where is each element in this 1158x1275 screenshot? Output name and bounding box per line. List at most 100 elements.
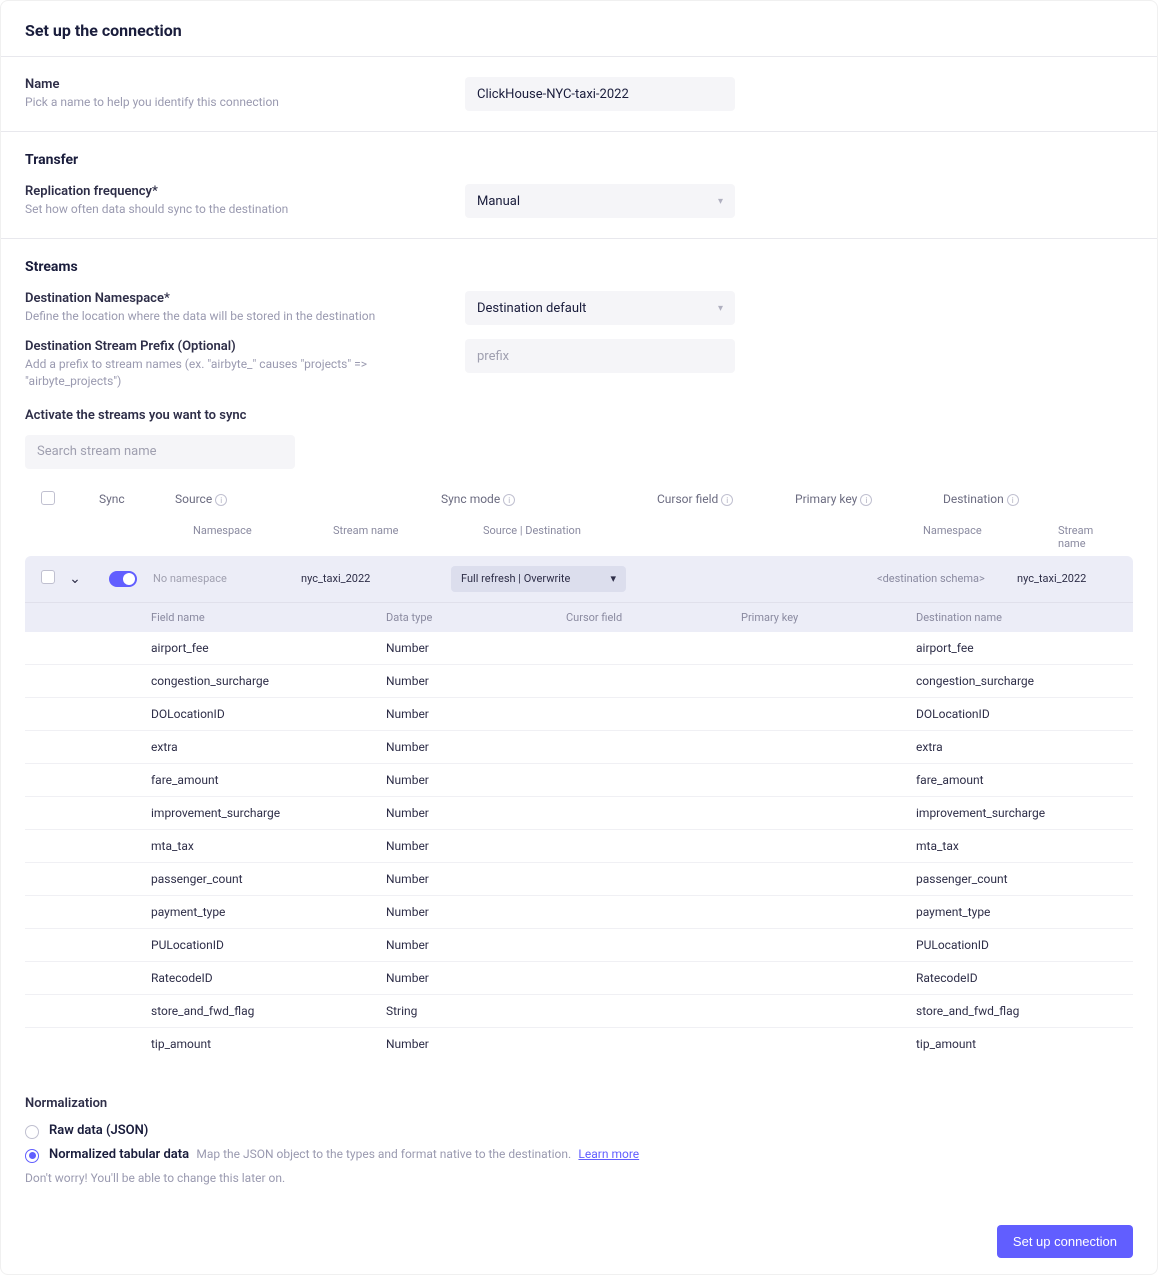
- replication-help: Set how often data should sync to the de…: [25, 201, 441, 218]
- namespace-select[interactable]: Destination default ▾: [465, 291, 735, 325]
- sync-mode-value: Full refresh | Overwrite: [461, 572, 570, 585]
- col-sync: Sync: [99, 492, 167, 506]
- info-icon: i: [860, 494, 872, 506]
- field-type: Number: [386, 872, 566, 886]
- stream-namespace: No namespace: [153, 572, 293, 585]
- normalization-footer: Don't worry! You'll be able to change th…: [25, 1171, 1133, 1185]
- col-source: Source: [175, 492, 212, 506]
- subcol-namespace: Namespace: [193, 524, 333, 550]
- col-cursor: Cursor field: [657, 492, 718, 506]
- namespace-help: Define the location where the data will …: [25, 308, 441, 325]
- field-row: fare_amountNumberfare_amount: [25, 764, 1133, 797]
- field-row: PULocationIDNumberPULocationID: [25, 929, 1133, 962]
- field-dest-name: fare_amount: [916, 773, 1117, 787]
- field-dest-name: store_and_fwd_flag: [916, 1004, 1117, 1018]
- field-name: RatecodeID: [151, 971, 386, 985]
- subcol-dest-namespace: Namespace: [923, 524, 1058, 550]
- field-type: Number: [386, 773, 566, 787]
- name-input[interactable]: [465, 77, 735, 111]
- subcol-dest-streamname: Stream name: [1058, 524, 1117, 550]
- field-row: mta_taxNumbermta_tax: [25, 830, 1133, 863]
- field-name: DOLocationID: [151, 707, 386, 721]
- field-type: Number: [386, 905, 566, 919]
- info-icon: i: [215, 494, 227, 506]
- caret-down-icon: ▾: [718, 303, 723, 314]
- sync-toggle[interactable]: [109, 571, 137, 587]
- replication-select[interactable]: Manual ▾: [465, 184, 735, 218]
- field-name: airport_fee: [151, 641, 386, 655]
- field-row: payment_typeNumberpayment_type: [25, 896, 1133, 929]
- field-type: Number: [386, 806, 566, 820]
- dest-namespace: <destination schema>: [877, 572, 1009, 585]
- field-name: payment_type: [151, 905, 386, 919]
- name-label: Name: [25, 77, 441, 92]
- fh-name: Field name: [151, 611, 386, 624]
- field-dest-name: passenger_count: [916, 872, 1117, 886]
- field-dest-name: DOLocationID: [916, 707, 1117, 721]
- fh-dest: Destination name: [916, 611, 1117, 624]
- setup-connection-button[interactable]: Set up connection: [997, 1225, 1133, 1258]
- field-dest-name: tip_amount: [916, 1037, 1117, 1051]
- namespace-label: Destination Namespace*: [25, 291, 441, 306]
- col-destination: Destination: [943, 492, 1004, 506]
- field-row: improvement_surchargeNumberimprovement_s…: [25, 797, 1133, 830]
- field-dest-name: payment_type: [916, 905, 1117, 919]
- field-row: tip_amountNumbertip_amount: [25, 1028, 1133, 1056]
- info-icon: i: [721, 494, 733, 506]
- field-dest-name: PULocationID: [916, 938, 1117, 952]
- learn-more-link[interactable]: Learn more: [578, 1147, 639, 1161]
- activate-label: Activate the streams you want to sync: [25, 408, 1133, 423]
- field-type: String: [386, 1004, 566, 1018]
- replication-value: Manual: [477, 194, 520, 209]
- field-type: Number: [386, 707, 566, 721]
- search-input[interactable]: [25, 435, 295, 469]
- stream-checkbox[interactable]: [41, 570, 55, 584]
- field-dest-name: mta_tax: [916, 839, 1117, 853]
- field-type: Number: [386, 839, 566, 853]
- normalization-heading: Normalization: [25, 1096, 1133, 1111]
- field-type: Number: [386, 1037, 566, 1051]
- col-primary: Primary key: [795, 492, 857, 506]
- field-row: store_and_fwd_flagStringstore_and_fwd_fl…: [25, 995, 1133, 1028]
- transfer-heading: Transfer: [25, 152, 1133, 168]
- field-row: airport_feeNumberairport_fee: [25, 632, 1133, 665]
- replication-label: Replication frequency*: [25, 184, 441, 199]
- field-dest-name: RatecodeID: [916, 971, 1117, 985]
- field-type: Number: [386, 740, 566, 754]
- caret-down-icon: ▾: [718, 196, 723, 207]
- field-row: DOLocationIDNumberDOLocationID: [25, 698, 1133, 731]
- streams-heading: Streams: [25, 259, 1133, 275]
- field-name: congestion_surcharge: [151, 674, 386, 688]
- page-title: Set up the connection: [1, 1, 1157, 56]
- fh-cursor: Cursor field: [566, 611, 741, 624]
- radio-normalized[interactable]: [25, 1149, 39, 1163]
- radio-normalized-help: Map the JSON object to the types and for…: [196, 1147, 571, 1161]
- field-dest-name: extra: [916, 740, 1117, 754]
- subcol-streamname: Stream name: [333, 524, 483, 550]
- select-all-checkbox[interactable]: [41, 491, 55, 505]
- radio-raw[interactable]: [25, 1125, 39, 1139]
- dest-stream-name: nyc_taxi_2022: [1017, 572, 1117, 585]
- radio-normalized-label: Normalized tabular data: [49, 1147, 189, 1162]
- field-type: Number: [386, 938, 566, 952]
- col-syncmode: Sync mode: [441, 492, 500, 506]
- field-name: store_and_fwd_flag: [151, 1004, 386, 1018]
- field-name: tip_amount: [151, 1037, 386, 1051]
- prefix-input[interactable]: [465, 339, 735, 373]
- radio-raw-label: Raw data (JSON): [49, 1123, 148, 1138]
- name-help: Pick a name to help you identify this co…: [25, 94, 441, 111]
- caret-down-icon: ▾: [610, 572, 616, 585]
- prefix-label: Destination Stream Prefix (Optional): [25, 339, 441, 354]
- field-type: Number: [386, 971, 566, 985]
- field-name: mta_tax: [151, 839, 386, 853]
- stream-name: nyc_taxi_2022: [301, 572, 443, 585]
- field-row: congestion_surchargeNumbercongestion_sur…: [25, 665, 1133, 698]
- prefix-help: Add a prefix to stream names (ex. "airby…: [25, 356, 441, 390]
- field-type: Number: [386, 674, 566, 688]
- field-row: extraNumberextra: [25, 731, 1133, 764]
- fh-pk: Primary key: [741, 611, 916, 624]
- sync-mode-select[interactable]: Full refresh | Overwrite ▾: [451, 566, 626, 592]
- chevron-down-icon[interactable]: ⌄: [67, 571, 83, 587]
- field-dest-name: improvement_surcharge: [916, 806, 1117, 820]
- field-name: PULocationID: [151, 938, 386, 952]
